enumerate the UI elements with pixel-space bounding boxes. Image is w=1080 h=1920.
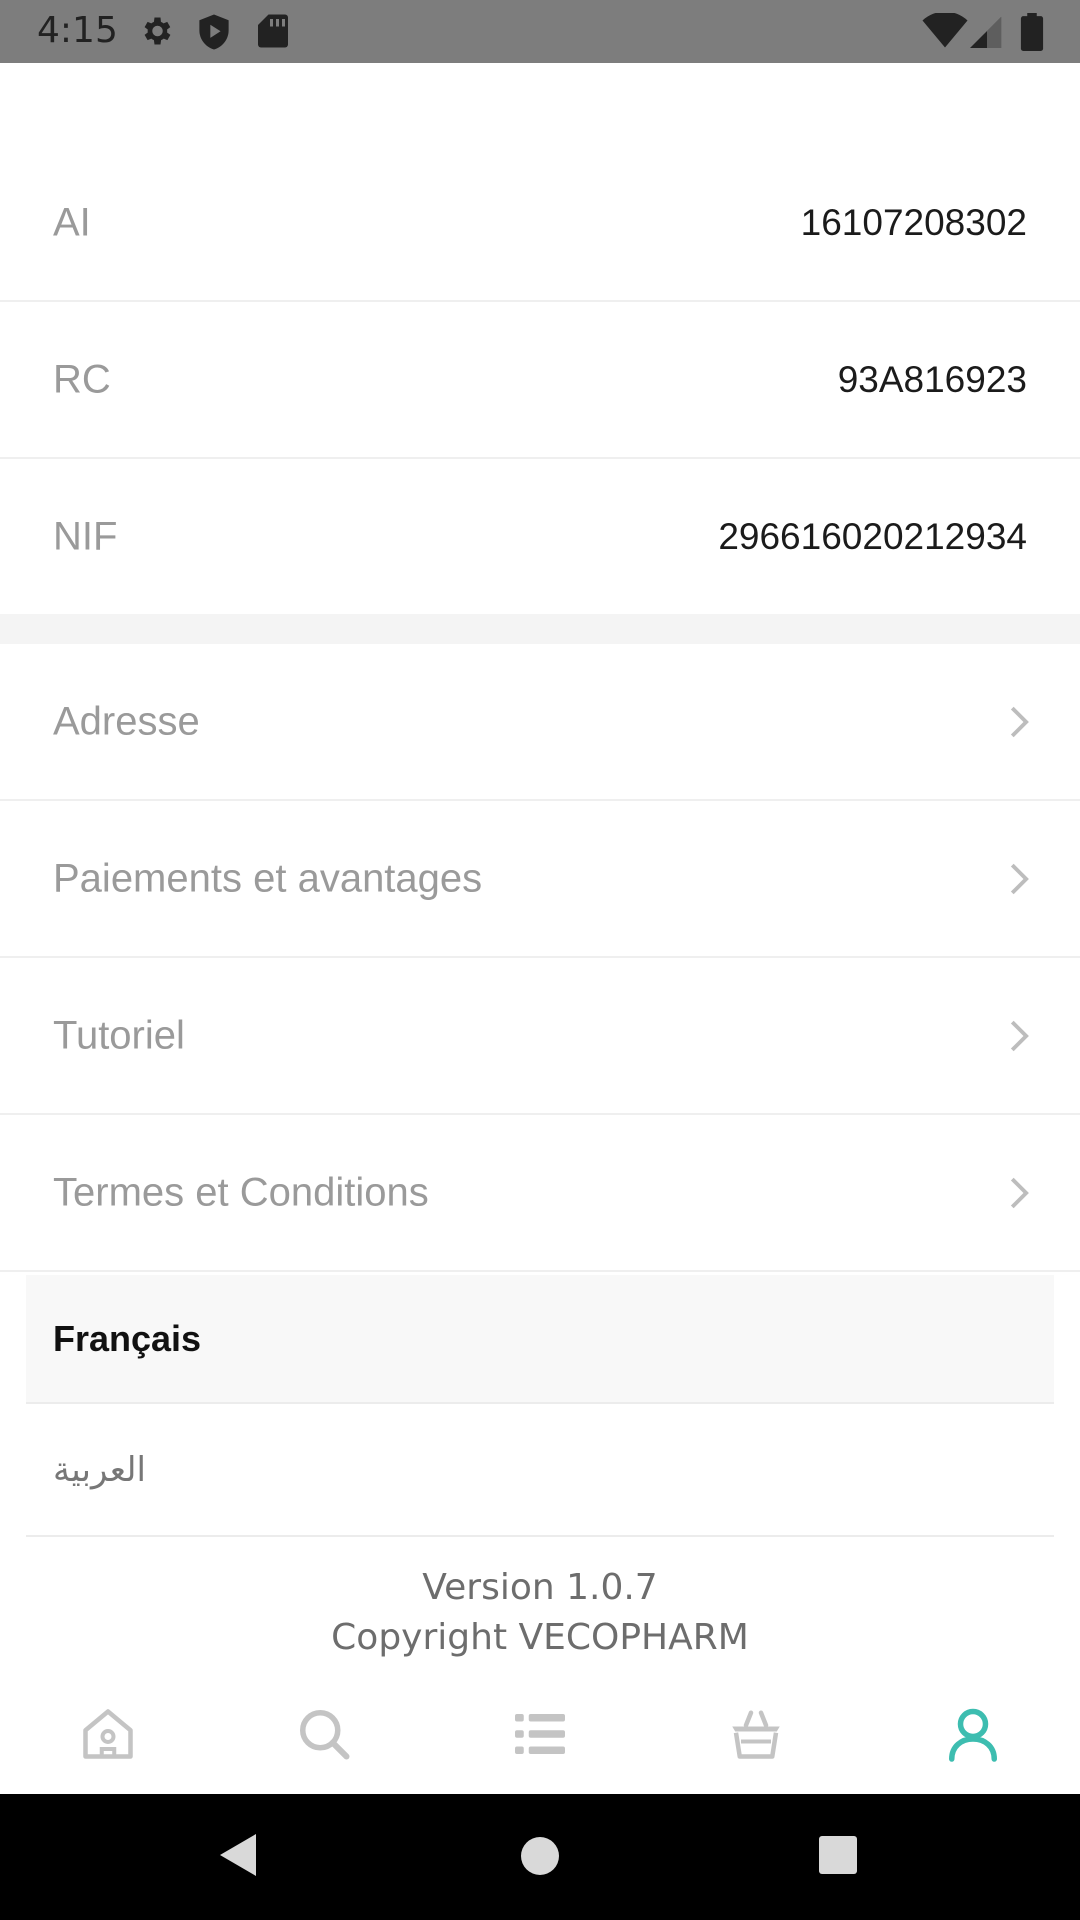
menu-item-label: Termes et Conditions: [53, 1170, 429, 1214]
copyright: Copyright VECOPHARM: [331, 1617, 749, 1658]
profile-icon[interactable]: [943, 1704, 1003, 1764]
menu-item-label: Tutoriel: [53, 1013, 185, 1057]
shield-play-icon: [199, 14, 229, 50]
system-nav-bar: [0, 1794, 1080, 1920]
chevron-right-icon: [1010, 863, 1029, 894]
app-version: Version 1.0.7: [422, 1567, 658, 1608]
basket-icon[interactable]: [726, 1704, 786, 1764]
chevron-right-icon: [1010, 1020, 1029, 1051]
battery-icon: [1020, 13, 1044, 51]
info-row-ai: AI 16107208302: [0, 145, 1080, 302]
menu-item-adresse[interactable]: Adresse: [0, 644, 1080, 801]
search-icon[interactable]: [294, 1704, 354, 1764]
menu-item-label: Adresse: [53, 699, 200, 743]
info-label: AI: [53, 200, 91, 244]
menu-item-paiements[interactable]: Paiements et avantages: [0, 801, 1080, 958]
language-option-francais[interactable]: Français: [26, 1275, 1054, 1404]
home-icon[interactable]: [78, 1704, 138, 1764]
signal-icon: [970, 16, 1002, 48]
info-value: 93A816923: [837, 358, 1027, 400]
chevron-right-icon: [1010, 1177, 1029, 1208]
section-divider: [0, 614, 1080, 644]
language-option-arabic[interactable]: العربية: [26, 1404, 1054, 1537]
menu-item-termes[interactable]: Termes et Conditions: [0, 1115, 1080, 1272]
gear-icon: [144, 17, 171, 45]
list-icon[interactable]: [510, 1704, 570, 1764]
info-label: RC: [53, 357, 111, 401]
info-label: NIF: [53, 514, 118, 558]
info-row-nif: NIF 296616020212934: [0, 459, 1080, 616]
language-label: العربية: [53, 1449, 146, 1490]
recents-icon[interactable]: [818, 1835, 858, 1875]
status-bar: 4:15: [0, 0, 1080, 63]
wifi-icon: [922, 13, 968, 48]
info-row-rc: RC 93A816923: [0, 302, 1080, 459]
menu-item-label: Paiements et avantages: [53, 856, 483, 900]
status-time: 4:15: [37, 10, 118, 51]
home-button-icon[interactable]: [520, 1836, 560, 1876]
menu-item-tutoriel[interactable]: Tutoriel: [0, 958, 1080, 1115]
info-value: 16107208302: [800, 201, 1027, 243]
info-value: 296616020212934: [718, 515, 1027, 557]
back-icon[interactable]: [218, 1832, 258, 1878]
bottom-nav: [0, 1680, 1080, 1794]
chevron-right-icon: [1010, 706, 1029, 737]
language-label: Français: [53, 1317, 202, 1359]
sd-card-icon: [258, 14, 288, 48]
